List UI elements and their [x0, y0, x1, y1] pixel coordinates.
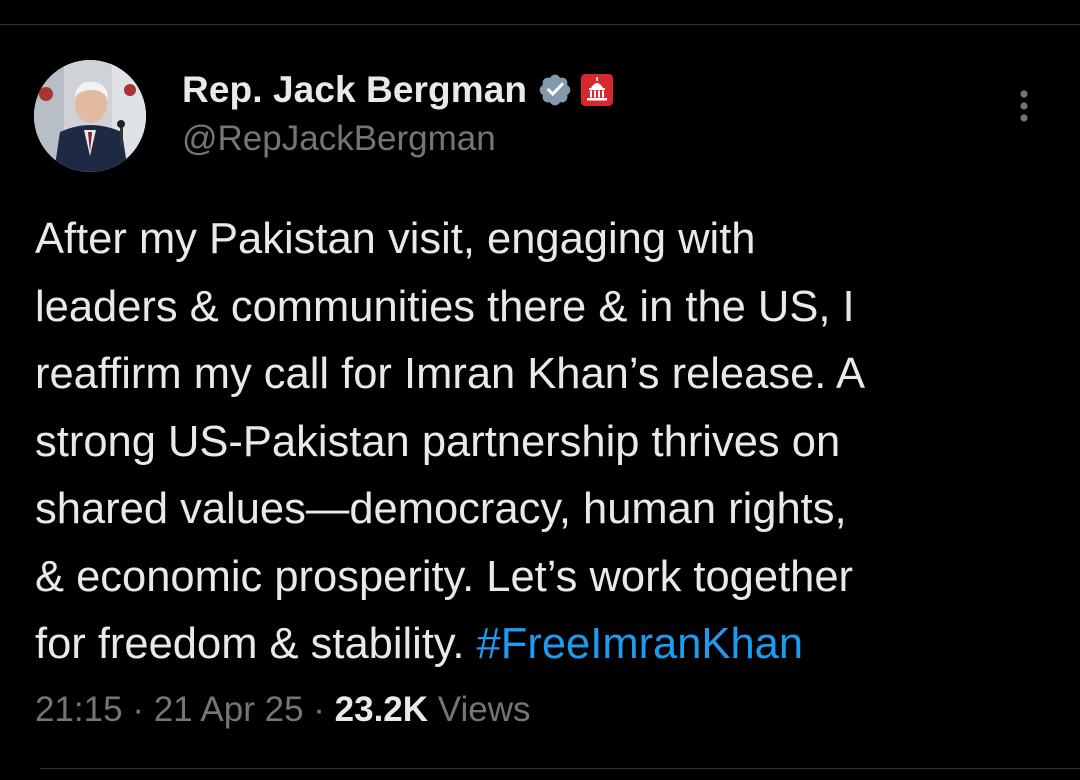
capitol-badge-icon[interactable] — [581, 74, 614, 106]
views-label[interactable]: Views — [428, 690, 531, 729]
meta-separator: · — [303, 690, 335, 729]
tweet-text: After my Pakistan visit, engaging with l… — [35, 206, 1045, 679]
avatar-photo-icon — [34, 60, 146, 172]
hashtag-link[interactable]: #FreeImranKhan — [477, 620, 803, 668]
tweet-body-text: After my Pakistan visit, engaging with l… — [35, 215, 866, 668]
meta-separator: · — [122, 690, 154, 729]
tweet-meta: 21:15 · 21 Apr 25 · 23.2K Views — [35, 690, 531, 730]
verified-badge-icon[interactable] — [537, 72, 573, 108]
more-options-icon[interactable] — [1008, 86, 1040, 126]
top-divider — [0, 24, 1080, 25]
tweet-time[interactable]: 21:15 — [35, 690, 123, 729]
author-display-name[interactable]: Rep. Jack Bergman — [182, 69, 527, 111]
tweet-date[interactable]: 21 Apr 25 — [154, 690, 304, 729]
name-row: Rep. Jack Bergman — [182, 68, 614, 112]
bottom-divider — [40, 768, 1080, 769]
avatar[interactable] — [34, 60, 146, 172]
views-count[interactable]: 23.2K — [335, 690, 428, 729]
author-handle[interactable]: @RepJackBergman — [182, 119, 613, 159]
tweet-header: Rep. Jack Bergman @RepJackBergman — [182, 68, 614, 159]
